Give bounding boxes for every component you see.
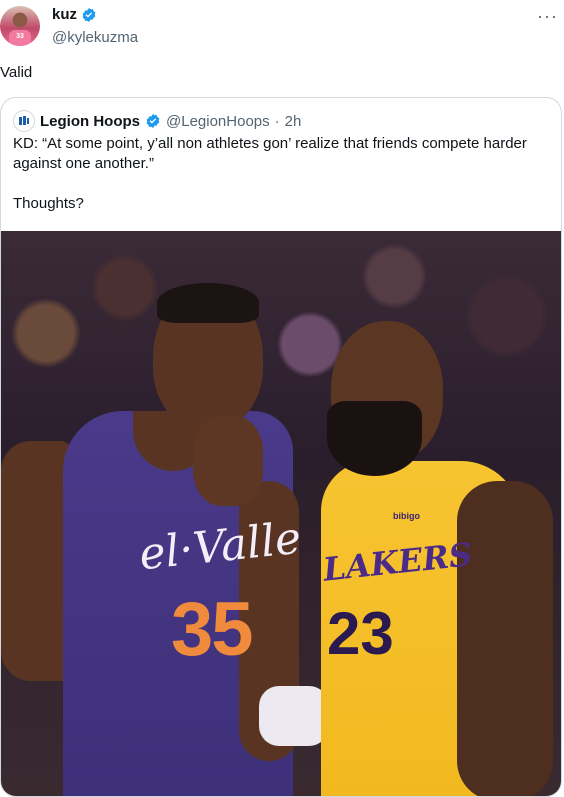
wristband (259, 686, 329, 746)
author-row: kuz (52, 6, 97, 23)
quoted-timestamp[interactable]: 2h (285, 113, 302, 130)
kd-hair (157, 283, 259, 323)
author-handle[interactable]: @kylekuzma (52, 29, 138, 46)
lebron-beard (327, 401, 422, 476)
avatar[interactable]: 33 (0, 6, 40, 46)
legion-hoops-avatar-icon[interactable] (13, 110, 35, 132)
lebron-jersey-number: 23 (327, 600, 394, 667)
quoted-tweet[interactable]: Legion Hoops @LegionHoops · 2h KD: “At s… (0, 97, 562, 797)
more-options-icon[interactable]: ··· (537, 6, 558, 27)
quoted-photo[interactable]: el·Valle 35 bibigo LAKERS 23 (1, 231, 561, 796)
verified-badge-icon (82, 7, 96, 22)
lebron-arm (457, 481, 553, 796)
kd-jersey-number: 35 (171, 587, 254, 672)
avatar-jersey: 33 (9, 30, 31, 46)
sponsor-patch: bibigo (393, 511, 420, 521)
separator-dot: · (274, 112, 280, 130)
author-name[interactable]: kuz (52, 6, 77, 23)
quoted-author-name[interactable]: Legion Hoops (40, 113, 140, 130)
quoted-author-handle[interactable]: @LegionHoops (166, 113, 270, 130)
kd-hand (193, 416, 263, 506)
quoted-text: KD: “At some point, y’all non athletes g… (13, 135, 527, 212)
quoted-header: Legion Hoops @LegionHoops · 2h (13, 110, 301, 132)
verified-badge-icon (146, 114, 160, 128)
tweet-text: Valid (0, 64, 33, 81)
kd-arm (1, 441, 71, 681)
